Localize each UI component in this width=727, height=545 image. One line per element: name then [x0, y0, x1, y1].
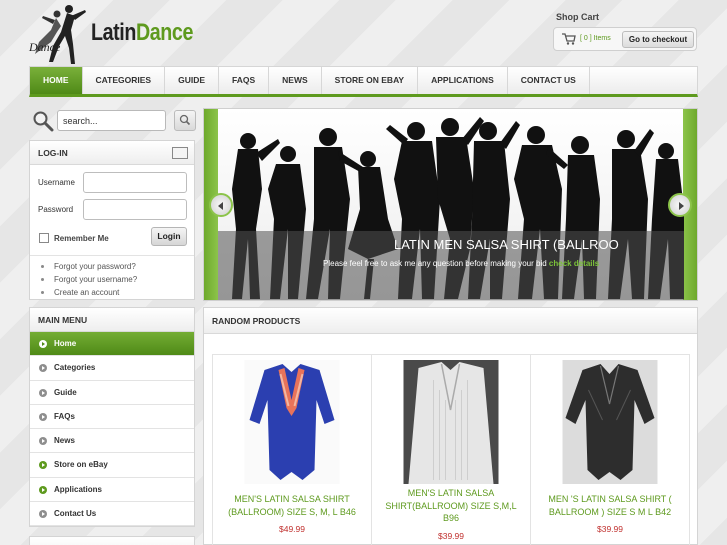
slide-caption-title[interactable]: LATIN MEN SALSA SHIRT (BALLROO [394, 237, 619, 252]
random-products-header: Random Products [204, 308, 697, 334]
menu-item-label: News [54, 436, 75, 446]
main-menu-header: Main Menu [30, 308, 194, 332]
arrow-bullet-icon [39, 364, 47, 373]
login-links: Forgot your password? Forgot your userna… [30, 255, 194, 299]
logo-latin-text: Latin [91, 19, 136, 46]
menu-item-news[interactable]: News [30, 429, 194, 454]
featured-slideshow: LATIN MEN SALSA SHIRT (BALLROO Please fe… [203, 108, 698, 301]
slide-caption-text: Please feel free to ask me any question … [323, 259, 599, 268]
login-panel-header: Log-In [30, 141, 194, 165]
slide-previous-button[interactable] [209, 193, 233, 217]
product-price: $39.99 [438, 531, 464, 541]
password-field[interactable] [83, 199, 187, 220]
menu-item-label: Applications [54, 484, 103, 494]
go-to-checkout-button[interactable]: Go to checkout [622, 31, 694, 48]
product-name[interactable]: MEN 'S LATIN SALSA SHIRT ( BALLROOM ) SI… [537, 493, 683, 518]
nav-store-on-ebay[interactable]: Store on eBay [322, 67, 419, 94]
magnifier-icon [33, 111, 54, 132]
menu-item-applications[interactable]: Applications [30, 477, 194, 503]
categories-panel: Categories [29, 536, 195, 545]
forgot-password-link[interactable]: Forgot your password? [30, 260, 194, 273]
menu-item-faqs[interactable]: FAQs [30, 404, 194, 430]
search-button[interactable] [174, 110, 196, 131]
create-account-link[interactable]: Create an account [30, 286, 194, 299]
nav-categories[interactable]: Categories [83, 67, 166, 94]
menu-item-store-on-ebay[interactable]: Store on eBay [30, 453, 194, 478]
product-card[interactable]: MEN'S LATIN SALSA SHIRT(BALLROOM) SIZE S… [372, 355, 531, 545]
shop-cart-box: [ 0 ] Items Go to checkout [553, 27, 697, 51]
remember-me-checkbox[interactable] [39, 233, 49, 243]
main-navigation: Home Categories Guide FAQs News Store on… [29, 66, 698, 97]
dancers-logo-icon [35, 5, 86, 64]
categories-panel-header: Categories [30, 537, 194, 545]
login-panel: Log-In Username Password Remember Me Log… [29, 140, 195, 300]
product-image[interactable] [244, 360, 340, 484]
menu-item-label: Categories [54, 363, 96, 373]
menu-item-home[interactable]: Home [30, 332, 194, 357]
check-details-link[interactable]: check details [549, 259, 599, 268]
menu-item-contact-us[interactable]: Contact Us [30, 502, 194, 527]
product-name[interactable]: MEN'S LATIN SALSA SHIRT (BALLROOM) SIZE … [219, 493, 365, 518]
arrow-bullet-icon [39, 510, 47, 519]
product-image[interactable] [562, 360, 658, 484]
slide-next-button[interactable] [668, 193, 692, 217]
arrow-bullet-icon [39, 485, 47, 494]
login-button[interactable]: Login [151, 227, 187, 246]
random-products-panel: Random Products MEN'S LATIN SALSA SHIRT … [203, 307, 698, 545]
product-image[interactable] [403, 360, 499, 484]
nav-contact-us[interactable]: Contact Us [508, 67, 590, 94]
main-menu-panel: Main Menu Home Categories Guide FAQs New… [29, 307, 195, 527]
product-grid: MEN'S LATIN SALSA SHIRT (BALLROOM) SIZE … [212, 354, 690, 545]
login-panel-title: Log-In [38, 148, 68, 158]
menu-item-label: FAQs [54, 411, 75, 421]
product-card[interactable]: MEN'S LATIN SALSA SHIRT (BALLROOM) SIZE … [213, 355, 372, 545]
menu-item-label: Store on eBay [54, 460, 108, 470]
menu-item-label: Home [54, 339, 77, 348]
menu-item-guide[interactable]: Guide [30, 380, 194, 405]
page-wrapper: LatinDance Dance Shop Cart [ 0 ] Items G… [29, 0, 698, 545]
product-price: $39.99 [597, 524, 623, 534]
nav-home[interactable]: Home [30, 67, 83, 94]
nav-guide[interactable]: Guide [165, 67, 219, 94]
cart-icon[interactable] [562, 33, 576, 45]
slide-caption-body: Please feel free to ask me any question … [323, 259, 547, 268]
nav-faqs[interactable]: FAQs [219, 67, 270, 94]
remember-me-label: Remember Me [54, 234, 109, 243]
cart-item-count[interactable]: [ 0 ] Items [580, 35, 611, 42]
username-field[interactable] [83, 172, 187, 193]
menu-item-label: Guide [54, 387, 77, 397]
product-price: $49.99 [279, 524, 305, 534]
search-icon [179, 114, 191, 126]
arrow-bullet-icon [39, 340, 47, 348]
shop-cart-title: Shop Cart [556, 12, 600, 22]
id-card-icon [172, 147, 188, 159]
arrow-bullet-icon [39, 461, 47, 470]
arrow-bullet-icon [39, 388, 47, 397]
nav-applications[interactable]: Applications [418, 67, 508, 94]
menu-item-label: Contact Us [54, 509, 97, 519]
menu-item-categories[interactable]: Categories [30, 356, 194, 381]
nav-news[interactable]: News [269, 67, 322, 94]
arrow-bullet-icon [39, 437, 47, 446]
logo-wordmark: LatinDance [91, 19, 193, 47]
search-input[interactable] [57, 110, 166, 131]
password-label: Password [38, 205, 74, 214]
forgot-username-link[interactable]: Forgot your username? [30, 273, 194, 286]
product-name[interactable]: MEN'S LATIN SALSA SHIRT(BALLROOM) SIZE S… [378, 487, 524, 525]
username-label: Username [38, 178, 75, 187]
logo-script-text: Dance [29, 40, 61, 54]
logo-dance-text: Dance [135, 19, 193, 46]
product-card[interactable]: MEN 'S LATIN SALSA SHIRT ( BALLROOM ) SI… [531, 355, 689, 545]
arrow-bullet-icon [39, 412, 47, 421]
site-logo[interactable]: LatinDance Dance [29, 2, 199, 66]
